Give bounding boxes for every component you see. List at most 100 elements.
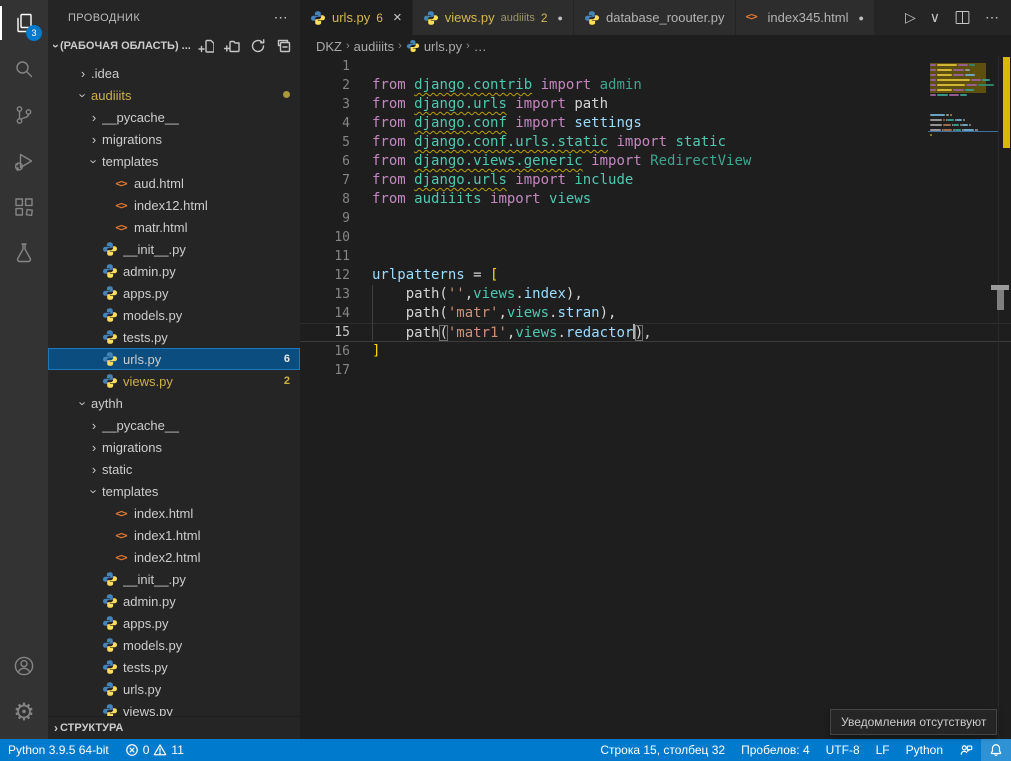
scrollbar-handle-icon[interactable]	[997, 290, 1004, 310]
activitybar-explorer-icon[interactable]: 3	[0, 0, 48, 46]
outline-section-header[interactable]: › СТРУКТУРА	[48, 716, 300, 738]
tree-file-views-py[interactable]: views.py2	[48, 370, 300, 392]
chevron-right-icon[interactable]: ›	[86, 462, 102, 477]
python-file-icon	[102, 351, 118, 367]
tree-folder--pycache-[interactable]: ›__pycache__	[48, 414, 300, 436]
tree-folder-static[interactable]: ›static	[48, 458, 300, 480]
breadcrumb-segment[interactable]: audiiits	[354, 39, 394, 54]
tree-item-label: audiiits	[91, 88, 131, 103]
tree-folder--pycache-[interactable]: ›__pycache__	[48, 106, 300, 128]
modified-dot-icon[interactable]: ●	[858, 13, 863, 23]
collapse-all-icon[interactable]	[276, 38, 292, 54]
code-editor[interactable]: 12from django.contrib import admin3from …	[300, 57, 1011, 739]
activitybar-run-debug-icon[interactable]	[0, 138, 48, 184]
tree-folder-migrations[interactable]: ›migrations	[48, 128, 300, 150]
refresh-icon[interactable]	[250, 38, 266, 54]
encoding-item[interactable]: UTF-8	[818, 739, 868, 761]
split-editor-icon[interactable]	[954, 9, 971, 26]
activitybar-search-icon[interactable]	[0, 46, 48, 92]
tree-file-urls-py[interactable]: urls.py6	[48, 348, 300, 370]
feedback-item[interactable]	[951, 739, 981, 761]
tree-item-label: tests.py	[123, 660, 168, 675]
tree-item-label: index12.html	[134, 198, 208, 213]
tree-folder-audiiits[interactable]: ›audiiits	[48, 84, 300, 106]
code-line-15: 15 path('matr1',views.redactor),	[300, 323, 1011, 342]
breadcrumb-segment[interactable]: …	[474, 39, 487, 54]
chevron-down-icon[interactable]: ›	[76, 87, 91, 103]
tree-folder-migrations[interactable]: ›migrations	[48, 436, 300, 458]
new-file-icon[interactable]	[198, 38, 214, 54]
problems-item[interactable]: 0 11	[117, 739, 192, 761]
tab-label: urls.py	[332, 10, 370, 25]
activitybar-account-icon[interactable]	[0, 643, 48, 689]
more-actions-icon[interactable]: ⋯	[985, 9, 999, 26]
breadcrumb-segment[interactable]: urls.py	[424, 39, 462, 54]
tree-folder-templates[interactable]: ›templates	[48, 150, 300, 172]
tree-file-models-py[interactable]: models.py	[48, 304, 300, 326]
activitybar-source-control-icon[interactable]	[0, 92, 48, 138]
tree-file-index-html[interactable]: <>index.html	[48, 502, 300, 524]
run-button-icon[interactable]: ▷	[905, 9, 916, 26]
vscode-window: 3⚙ ПРОВОДНИК ⋯ › (РАБОЧАЯ ОБЛАСТЬ) ... ›…	[0, 0, 1011, 761]
indentation-item[interactable]: Пробелов: 4	[733, 739, 818, 761]
close-icon[interactable]: ×	[393, 9, 402, 26]
tab-database-roouter-py[interactable]: database_roouter.py	[574, 0, 736, 35]
chevron-right-icon[interactable]: ›	[86, 132, 102, 147]
tree-file-index1-html[interactable]: <>index1.html	[48, 524, 300, 546]
chevron-down-icon[interactable]: ›	[87, 483, 102, 499]
tree-file-models-py[interactable]: models.py	[48, 634, 300, 656]
chevron-down-icon[interactable]: ›	[76, 395, 91, 411]
activitybar-settings-icon[interactable]: ⚙	[0, 689, 48, 735]
tree-folder-templates[interactable]: ›templates	[48, 480, 300, 502]
tab-views-py[interactable]: views.pyaudiiits2●	[413, 0, 574, 35]
tree-item-label: __pycache__	[102, 418, 179, 433]
workspace-section-header[interactable]: › (РАБОЧАЯ ОБЛАСТЬ) ...	[48, 35, 300, 57]
eol-item[interactable]: LF	[868, 739, 898, 761]
tree-file-tests-py[interactable]: tests.py	[48, 656, 300, 678]
chevron-right-icon[interactable]: ›	[75, 66, 91, 81]
overview-ruler[interactable]	[998, 57, 1011, 739]
tree-file-tests-py[interactable]: tests.py	[48, 326, 300, 348]
tree-file-admin-py[interactable]: admin.py	[48, 590, 300, 612]
tree-file--init-py[interactable]: __init__.py	[48, 238, 300, 260]
minimap[interactable]	[928, 57, 998, 739]
modified-dot-icon[interactable]: ●	[558, 13, 563, 23]
cursor-position-item[interactable]: Строка 15, столбец 32	[592, 739, 733, 761]
tree-item-label: index.html	[134, 506, 193, 521]
tree-file-apps-py[interactable]: apps.py	[48, 612, 300, 634]
python-file-icon	[406, 39, 420, 53]
tree-file-index12-html[interactable]: <>index12.html	[48, 194, 300, 216]
bell-icon	[989, 743, 1003, 757]
breadcrumb[interactable]: DKZ›audiiits›urls.py›…	[300, 35, 1011, 57]
tree-file--init-py[interactable]: __init__.py	[48, 568, 300, 590]
new-folder-icon[interactable]	[224, 38, 240, 54]
chevron-right-icon[interactable]: ›	[86, 110, 102, 125]
tab-index345-html[interactable]: <>index345.html●	[736, 0, 875, 35]
language-mode-item[interactable]: Python	[898, 739, 951, 761]
explorer-more-actions-icon[interactable]: ⋯	[274, 9, 288, 26]
chevron-right-icon[interactable]: ›	[86, 440, 102, 455]
error-icon	[125, 743, 139, 757]
notifications-bell-item[interactable]	[981, 739, 1011, 761]
activitybar-extensions-icon[interactable]	[0, 184, 48, 230]
breadcrumb-segment[interactable]: DKZ	[316, 39, 342, 54]
code-line-11: 11	[300, 247, 1011, 266]
tree-file-urls-py[interactable]: urls.py	[48, 678, 300, 700]
tree-file-matr-html[interactable]: <>matr.html	[48, 216, 300, 238]
tree-file-apps-py[interactable]: apps.py	[48, 282, 300, 304]
tree-file-admin-py[interactable]: admin.py	[48, 260, 300, 282]
python-interpreter-item[interactable]: Python 3.9.5 64-bit	[0, 739, 117, 761]
tab-urls-py[interactable]: urls.py6×	[300, 0, 413, 35]
tree-file-index2-html[interactable]: <>index2.html	[48, 546, 300, 568]
python-file-icon	[102, 241, 118, 257]
run-dropdown-icon[interactable]: ∨	[930, 9, 940, 26]
chevron-down-icon[interactable]: ›	[87, 153, 102, 169]
activitybar-testing-icon[interactable]	[0, 230, 48, 276]
status-left: Python 3.9.5 64-bit 0 11	[0, 739, 192, 761]
tree-item-label: index2.html	[134, 550, 200, 565]
tree-folder--idea[interactable]: ›.idea	[48, 62, 300, 84]
tree-folder-aythh[interactable]: ›aythh	[48, 392, 300, 414]
chevron-right-icon[interactable]: ›	[86, 418, 102, 433]
tree-item-label: static	[102, 462, 132, 477]
tree-file-aud-html[interactable]: <>aud.html	[48, 172, 300, 194]
